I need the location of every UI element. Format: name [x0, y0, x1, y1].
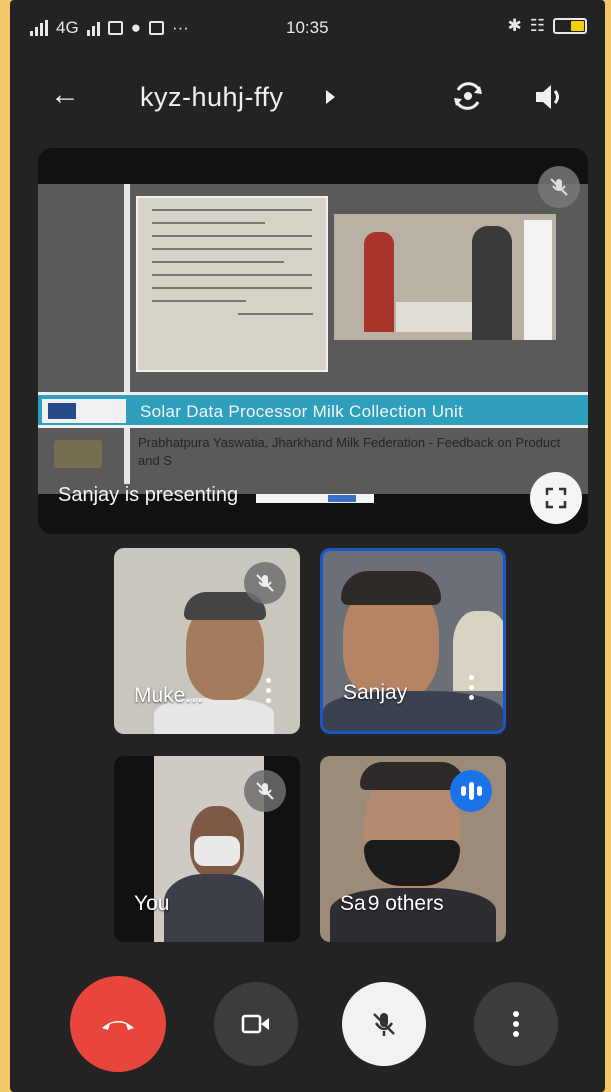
participant-more-icon[interactable] — [469, 675, 475, 701]
signal-icon-2 — [86, 20, 100, 36]
meeting-header: ← kyz-huhj-ffy — [10, 66, 605, 130]
back-arrow-icon[interactable]: ← — [50, 78, 80, 112]
presenting-label: Sanjay is presenting — [58, 484, 239, 506]
end-call-button[interactable] — [70, 976, 166, 1072]
fullscreen-button[interactable] — [530, 472, 582, 524]
slide-subtitle: Prabhatpura Yaswatia, Jharkhand Milk Fed… — [138, 435, 561, 468]
speaker-icon[interactable] — [532, 80, 566, 114]
clock: 10:35 — [286, 18, 329, 37]
mail-icon — [148, 21, 164, 35]
participant-tile-sanjay[interactable]: Sanjay — [320, 548, 506, 734]
overflow-dots: ··· — [171, 18, 189, 37]
mic-toggle-button[interactable] — [342, 982, 426, 1066]
signal-icon — [30, 20, 48, 36]
participant-name: Muke... — [134, 684, 203, 707]
more-options-button[interactable] — [474, 982, 558, 1066]
meeting-code[interactable]: kyz-huhj-ffy — [140, 82, 284, 113]
bluetooth-icon: ✱ — [507, 16, 522, 35]
switch-camera-icon[interactable] — [450, 78, 486, 114]
document-image — [136, 196, 328, 372]
participant-video — [453, 611, 503, 691]
participant-tile-you[interactable]: You — [114, 756, 300, 942]
more-vertical-icon — [513, 1011, 519, 1037]
fullscreen-icon — [545, 487, 567, 509]
phone-screen: 4G ● ··· 10:35 ✱ ☷ ← kyz-huhj-ffy Solar … — [10, 0, 605, 1092]
network-type: 4G — [56, 18, 79, 37]
wifi-icon: ☷ — [529, 16, 545, 35]
video-toggle-button[interactable] — [214, 982, 298, 1066]
participant-more-icon[interactable] — [266, 678, 272, 704]
slide-divider — [124, 184, 130, 484]
participant-name: Sanjay — [343, 681, 408, 704]
status-bar: 4G ● ··· 10:35 ✱ ☷ — [10, 0, 605, 56]
others-count-label: 9 others — [367, 892, 444, 915]
hang-up-icon — [102, 1021, 134, 1030]
slide-title: Solar Data Processor Milk Collection Uni… — [140, 402, 464, 421]
participant-tile-others[interactable]: Sa9 others — [320, 756, 506, 942]
video-camera-icon — [241, 1014, 269, 1034]
slide-title-banner: Solar Data Processor Milk Collection Uni… — [38, 392, 588, 428]
battery-icon — [553, 18, 587, 34]
speaking-indicator-icon — [450, 770, 492, 812]
slide-toolbar — [256, 494, 374, 503]
organization-logo — [42, 399, 126, 423]
mic-off-icon — [538, 166, 580, 208]
notification-icon — [107, 21, 123, 35]
participant-name: Sa9 others — [340, 892, 444, 915]
presentation-tile[interactable]: Solar Data Processor Milk Collection Uni… — [38, 148, 588, 534]
chat-icon: ● — [130, 18, 141, 37]
participant-name: You — [134, 892, 170, 915]
mic-off-icon — [373, 1013, 395, 1036]
partner-logo — [54, 440, 102, 468]
mic-off-icon — [244, 562, 286, 604]
meeting-info-caret-icon[interactable] — [326, 90, 335, 104]
shared-slide: Solar Data Processor Milk Collection Uni… — [38, 184, 588, 503]
participant-tile-mukesh[interactable]: Muke... — [114, 548, 300, 734]
slide-photo — [334, 214, 556, 340]
mic-off-icon — [244, 770, 286, 812]
